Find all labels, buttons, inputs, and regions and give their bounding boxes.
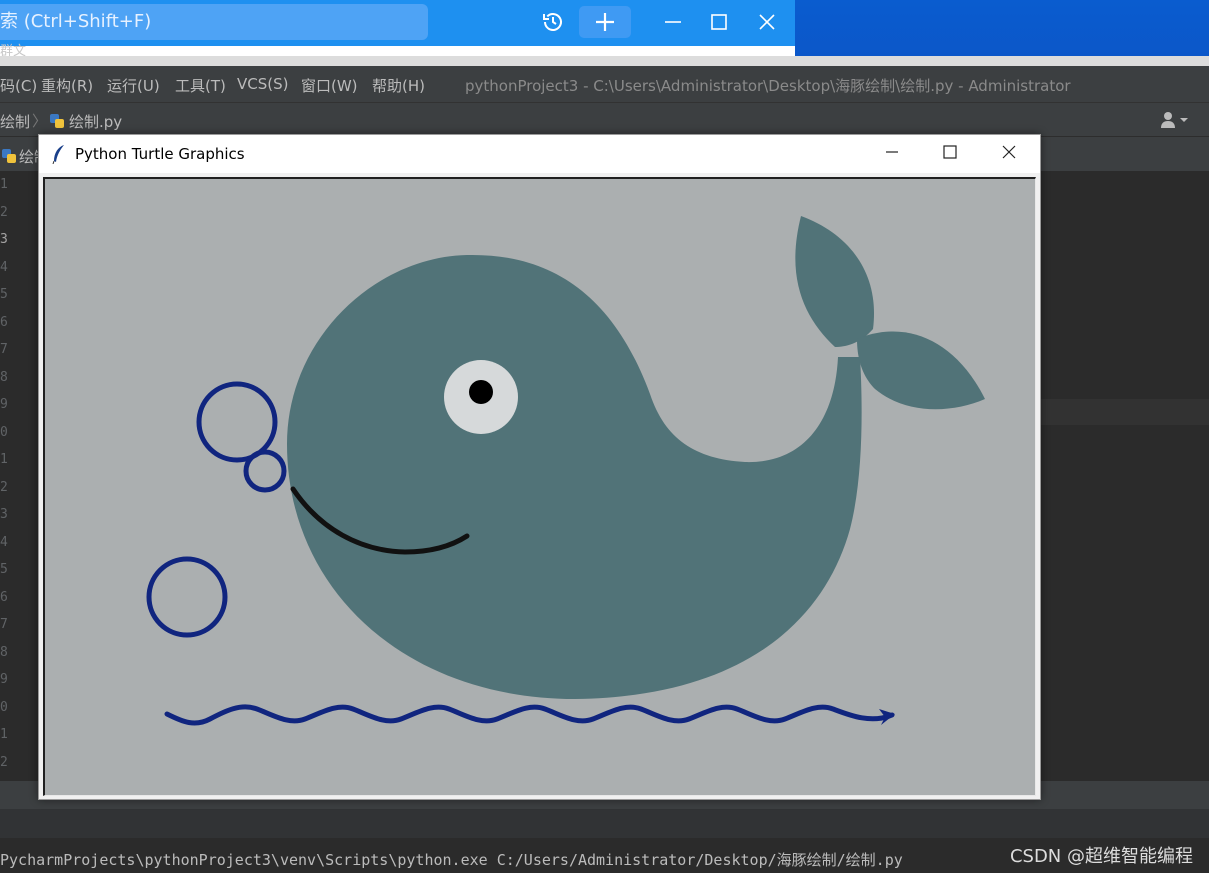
watermark: CSDN @超维智能编程 xyxy=(1009,846,1193,867)
browser-toolbar: 索 (Ctrl+Shift+F) xyxy=(0,0,795,46)
menu-refactor[interactable]: 重构(R) xyxy=(41,75,93,96)
turtle-window-titlebar[interactable]: Python Turtle Graphics xyxy=(39,135,1040,173)
user-icon[interactable] xyxy=(1160,111,1194,133)
line-number: 7 xyxy=(0,342,8,357)
close-icon[interactable] xyxy=(986,139,1032,169)
line-number: 2 xyxy=(0,755,8,770)
maximize-icon[interactable] xyxy=(706,6,732,38)
close-icon[interactable] xyxy=(754,6,780,38)
chevron-right-icon: 〉 xyxy=(32,112,48,130)
minimize-icon[interactable] xyxy=(660,6,686,38)
turtle-canvas[interactable] xyxy=(43,177,1036,796)
menu-code[interactable]: 码(C) xyxy=(0,75,37,96)
whale-tail-lower xyxy=(857,331,985,410)
line-number: 3 xyxy=(0,507,8,522)
line-number: 4 xyxy=(0,535,8,550)
line-number: 8 xyxy=(0,645,8,660)
console-command: PycharmProjects\pythonProject3\venv\Scri… xyxy=(0,851,903,869)
desktop-background xyxy=(795,0,1209,56)
menu-help[interactable]: 帮助(H) xyxy=(372,75,425,96)
line-number: 2 xyxy=(0,480,8,495)
line-number: 7 xyxy=(0,617,8,632)
wave-line xyxy=(164,704,895,726)
feather-icon xyxy=(51,144,67,168)
turtle-drawing xyxy=(146,216,985,726)
line-number: 3 xyxy=(0,232,8,247)
browser-content-strip: 群文 xyxy=(0,44,795,59)
breadcrumb-file[interactable]: 绘制.py xyxy=(69,111,122,132)
ide-menu-bar: 码(C) 重构(R) 运行(U) 工具(T) VCS(S) 窗口(W) 帮助(H… xyxy=(0,66,1209,102)
new-tab-button[interactable] xyxy=(579,6,631,38)
browser-content-strip-lower xyxy=(0,56,1209,66)
current-line-highlight xyxy=(1039,399,1209,425)
line-number: 0 xyxy=(0,700,8,715)
menu-window[interactable]: 窗口(W) xyxy=(301,75,358,96)
line-number: 1 xyxy=(0,177,8,192)
line-number: 5 xyxy=(0,562,8,577)
breadcrumb: 绘制 〉 绘制.py xyxy=(0,102,1209,137)
turtle-window-title: Python Turtle Graphics xyxy=(75,145,245,163)
line-number: 6 xyxy=(0,315,8,330)
menu-run[interactable]: 运行(U) xyxy=(107,75,160,96)
line-number: 2 xyxy=(0,205,8,220)
minimize-icon[interactable] xyxy=(869,139,915,169)
python-file-icon xyxy=(0,147,18,169)
search-input[interactable]: 索 (Ctrl+Shift+F) xyxy=(0,4,428,40)
line-number: 6 xyxy=(0,590,8,605)
maximize-icon[interactable] xyxy=(927,139,973,169)
line-number: 1 xyxy=(0,452,8,467)
whale-body xyxy=(287,254,862,699)
line-number: 0 xyxy=(0,425,8,440)
bubble-lower xyxy=(146,556,228,638)
menu-tools[interactable]: 工具(T) xyxy=(175,75,226,96)
line-number: 5 xyxy=(0,287,8,302)
breadcrumb-folder[interactable]: 绘制 xyxy=(0,111,30,132)
menu-vcs[interactable]: VCS(S) xyxy=(237,75,288,93)
python-file-icon xyxy=(48,112,66,134)
line-number: 9 xyxy=(0,397,8,412)
bubble-large xyxy=(196,381,278,463)
run-panel-toolbar xyxy=(0,809,1209,838)
bubble-small xyxy=(243,449,287,493)
ide-window-title: pythonProject3 - C:\Users\Administrator\… xyxy=(465,77,1071,95)
line-number: 9 xyxy=(0,672,8,687)
whale-tail-upper xyxy=(795,216,875,347)
whale-eye-pupil xyxy=(469,380,493,404)
history-icon[interactable] xyxy=(536,6,570,38)
line-number: 1 xyxy=(0,727,8,742)
line-number: 4 xyxy=(0,260,8,275)
line-number: 8 xyxy=(0,370,8,385)
turtle-window: Python Turtle Graphics xyxy=(38,134,1041,800)
